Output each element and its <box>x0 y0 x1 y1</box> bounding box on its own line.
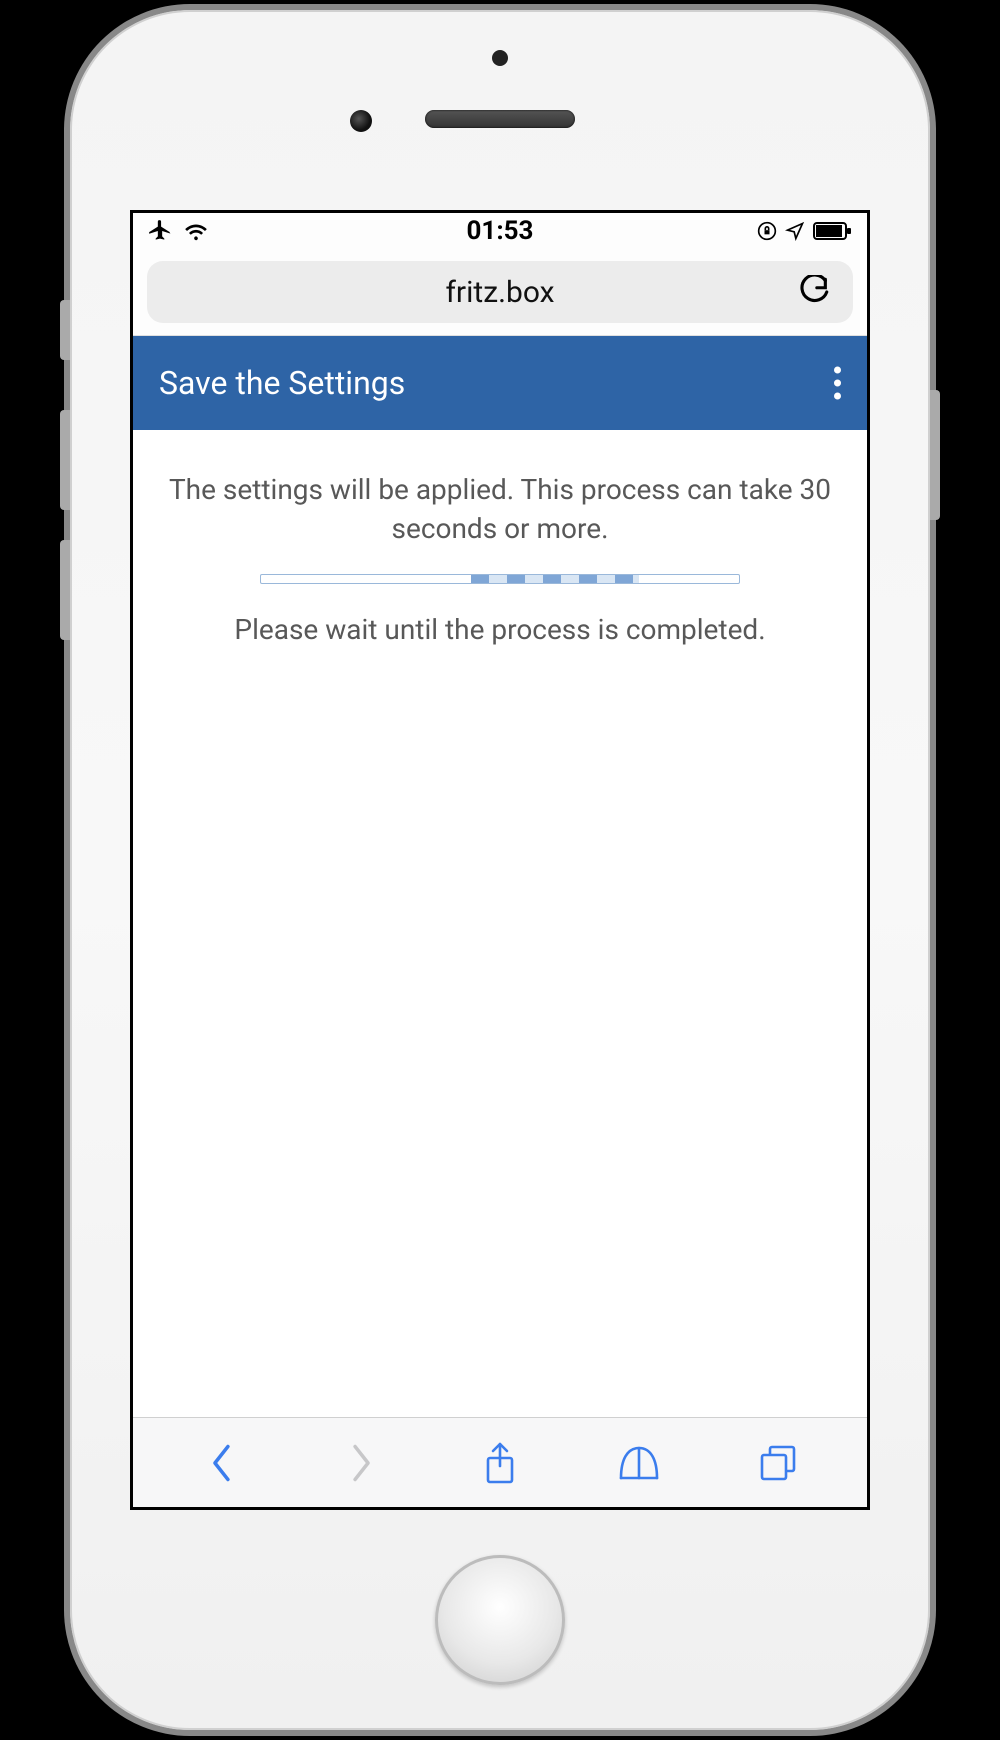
front-camera <box>350 110 372 132</box>
status-time: 01:53 <box>382 216 617 246</box>
status-bar: 01:53 <box>133 213 867 249</box>
page-content: The settings will be applied. This proce… <box>133 430 867 1417</box>
mute-switch[interactable] <box>60 300 70 360</box>
power-button[interactable] <box>930 390 940 520</box>
screen: 01:53 fritz.box <box>130 210 870 1510</box>
phone-top <box>70 10 930 210</box>
volume-down-button[interactable] <box>60 540 70 640</box>
wait-message: Please wait until the process is complet… <box>153 610 847 649</box>
tabs-button[interactable] <box>756 1441 800 1485</box>
page-title: Save the Settings <box>159 364 405 402</box>
orientation-lock-icon <box>757 221 777 241</box>
browser-url-bar-area: fritz.box <box>133 249 867 336</box>
url-text: fritz.box <box>445 275 554 310</box>
back-button[interactable] <box>200 1441 244 1485</box>
battery-icon <box>813 221 853 241</box>
apply-message: The settings will be applied. This proce… <box>153 470 847 548</box>
page-header: Save the Settings <box>133 336 867 430</box>
forward-button[interactable] <box>339 1441 383 1485</box>
reload-icon[interactable] <box>797 275 831 309</box>
share-button[interactable] <box>478 1441 522 1485</box>
location-icon <box>785 221 805 241</box>
home-button[interactable] <box>435 1555 565 1685</box>
earpiece-speaker <box>425 110 575 128</box>
proximity-sensor <box>492 50 508 66</box>
home-area <box>435 1510 565 1730</box>
progress-bar <box>260 574 740 584</box>
progress-indicator <box>471 575 638 583</box>
browser-toolbar <box>133 1417 867 1507</box>
airplane-mode-icon <box>147 218 173 244</box>
url-field[interactable]: fritz.box <box>147 261 853 323</box>
bookmarks-button[interactable] <box>617 1441 661 1485</box>
wifi-icon <box>183 220 209 242</box>
phone-frame: 01:53 fritz.box <box>70 10 930 1730</box>
more-menu-icon[interactable] <box>834 367 841 400</box>
volume-up-button[interactable] <box>60 410 70 510</box>
